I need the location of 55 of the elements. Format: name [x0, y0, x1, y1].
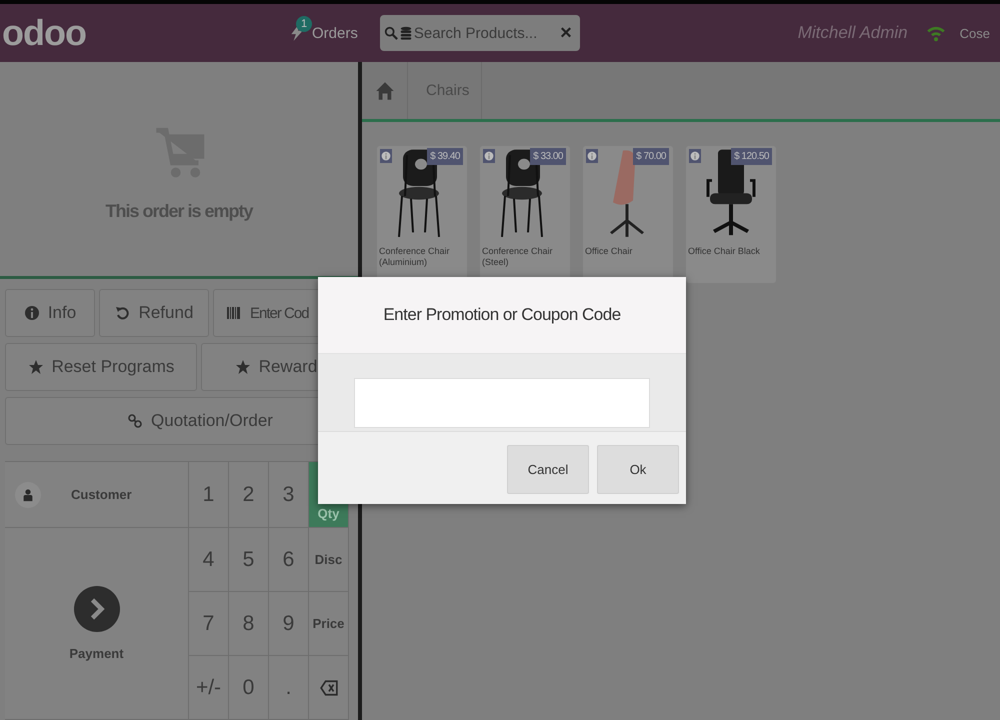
action-button[interactable]: Info: [5, 289, 95, 337]
price-tag: $ 70.00: [633, 148, 669, 165]
logo: odoo: [2, 12, 87, 54]
numpad-key[interactable]: +/-: [189, 656, 229, 720]
info-icon: [484, 151, 494, 161]
info-icon: [24, 305, 40, 321]
numpad-key[interactable]: .: [269, 656, 309, 720]
action-button[interactable]: Reset Programs: [5, 343, 197, 391]
search-icon: [384, 26, 398, 40]
product-name: Office Chair Black: [687, 246, 761, 258]
dialog-button[interactable]: Ok: [597, 445, 679, 494]
customer-button[interactable]: Customer: [5, 462, 189, 528]
dialog-title: Enter Promotion or Coupon Code: [318, 277, 686, 354]
database-icon: [398, 26, 413, 40]
numpad-key[interactable]: 1: [189, 462, 229, 528]
clear-search-button[interactable]: ×: [560, 22, 572, 44]
search-field[interactable]: Search Products... ×: [380, 15, 580, 51]
info-icon: [587, 151, 597, 161]
backspace-button[interactable]: [309, 656, 349, 720]
star-icon: [234, 359, 251, 375]
link-icon: [127, 413, 144, 429]
price-tag: $ 120.50: [731, 148, 772, 165]
numpad-key[interactable]: 6: [269, 528, 309, 592]
mode-button[interactable]: Price: [309, 592, 349, 656]
numpad-key[interactable]: 7: [189, 592, 229, 656]
home-icon: [374, 80, 394, 100]
product-card[interactable]: Office Chair Black $ 120.50: [686, 146, 776, 283]
price-tag: $ 39.40: [427, 148, 463, 165]
order-count-badge: 1: [296, 16, 312, 32]
barcode-icon: [226, 305, 242, 321]
refund-icon: [114, 305, 131, 321]
numpad-key[interactable]: 0: [229, 656, 269, 720]
search-input[interactable]: Search Products...: [414, 24, 554, 42]
numpad-key[interactable]: 3: [269, 462, 309, 528]
dialog-button[interactable]: Cancel: [507, 445, 589, 494]
user-name: Mitchell Admin: [798, 23, 908, 43]
numpad-key[interactable]: 9: [269, 592, 309, 656]
backspace-icon: [320, 678, 338, 696]
close-button[interactable]: Cose: [960, 26, 990, 40]
star-icon: [28, 359, 44, 375]
info-icon: [690, 151, 700, 161]
action-button[interactable]: Refund: [99, 289, 209, 337]
product-name: Office Chair: [584, 246, 634, 258]
product-name: Conference Chair (Aluminium): [378, 246, 451, 268]
person-icon: [21, 488, 35, 502]
numpad-key[interactable]: 2: [229, 462, 269, 528]
info-icon: [381, 151, 391, 161]
price-tag: $ 33.00: [530, 148, 566, 165]
numpad-key[interactable]: 8: [229, 592, 269, 656]
numpad-key[interactable]: 5: [229, 528, 269, 592]
payment-button[interactable]: Payment: [5, 528, 189, 720]
coupon-code-field[interactable]: [354, 378, 650, 428]
numpad-key[interactable]: 4: [189, 528, 229, 592]
mode-button[interactable]: Disc: [309, 528, 349, 592]
product-name: Conference Chair (Steel): [481, 246, 554, 268]
